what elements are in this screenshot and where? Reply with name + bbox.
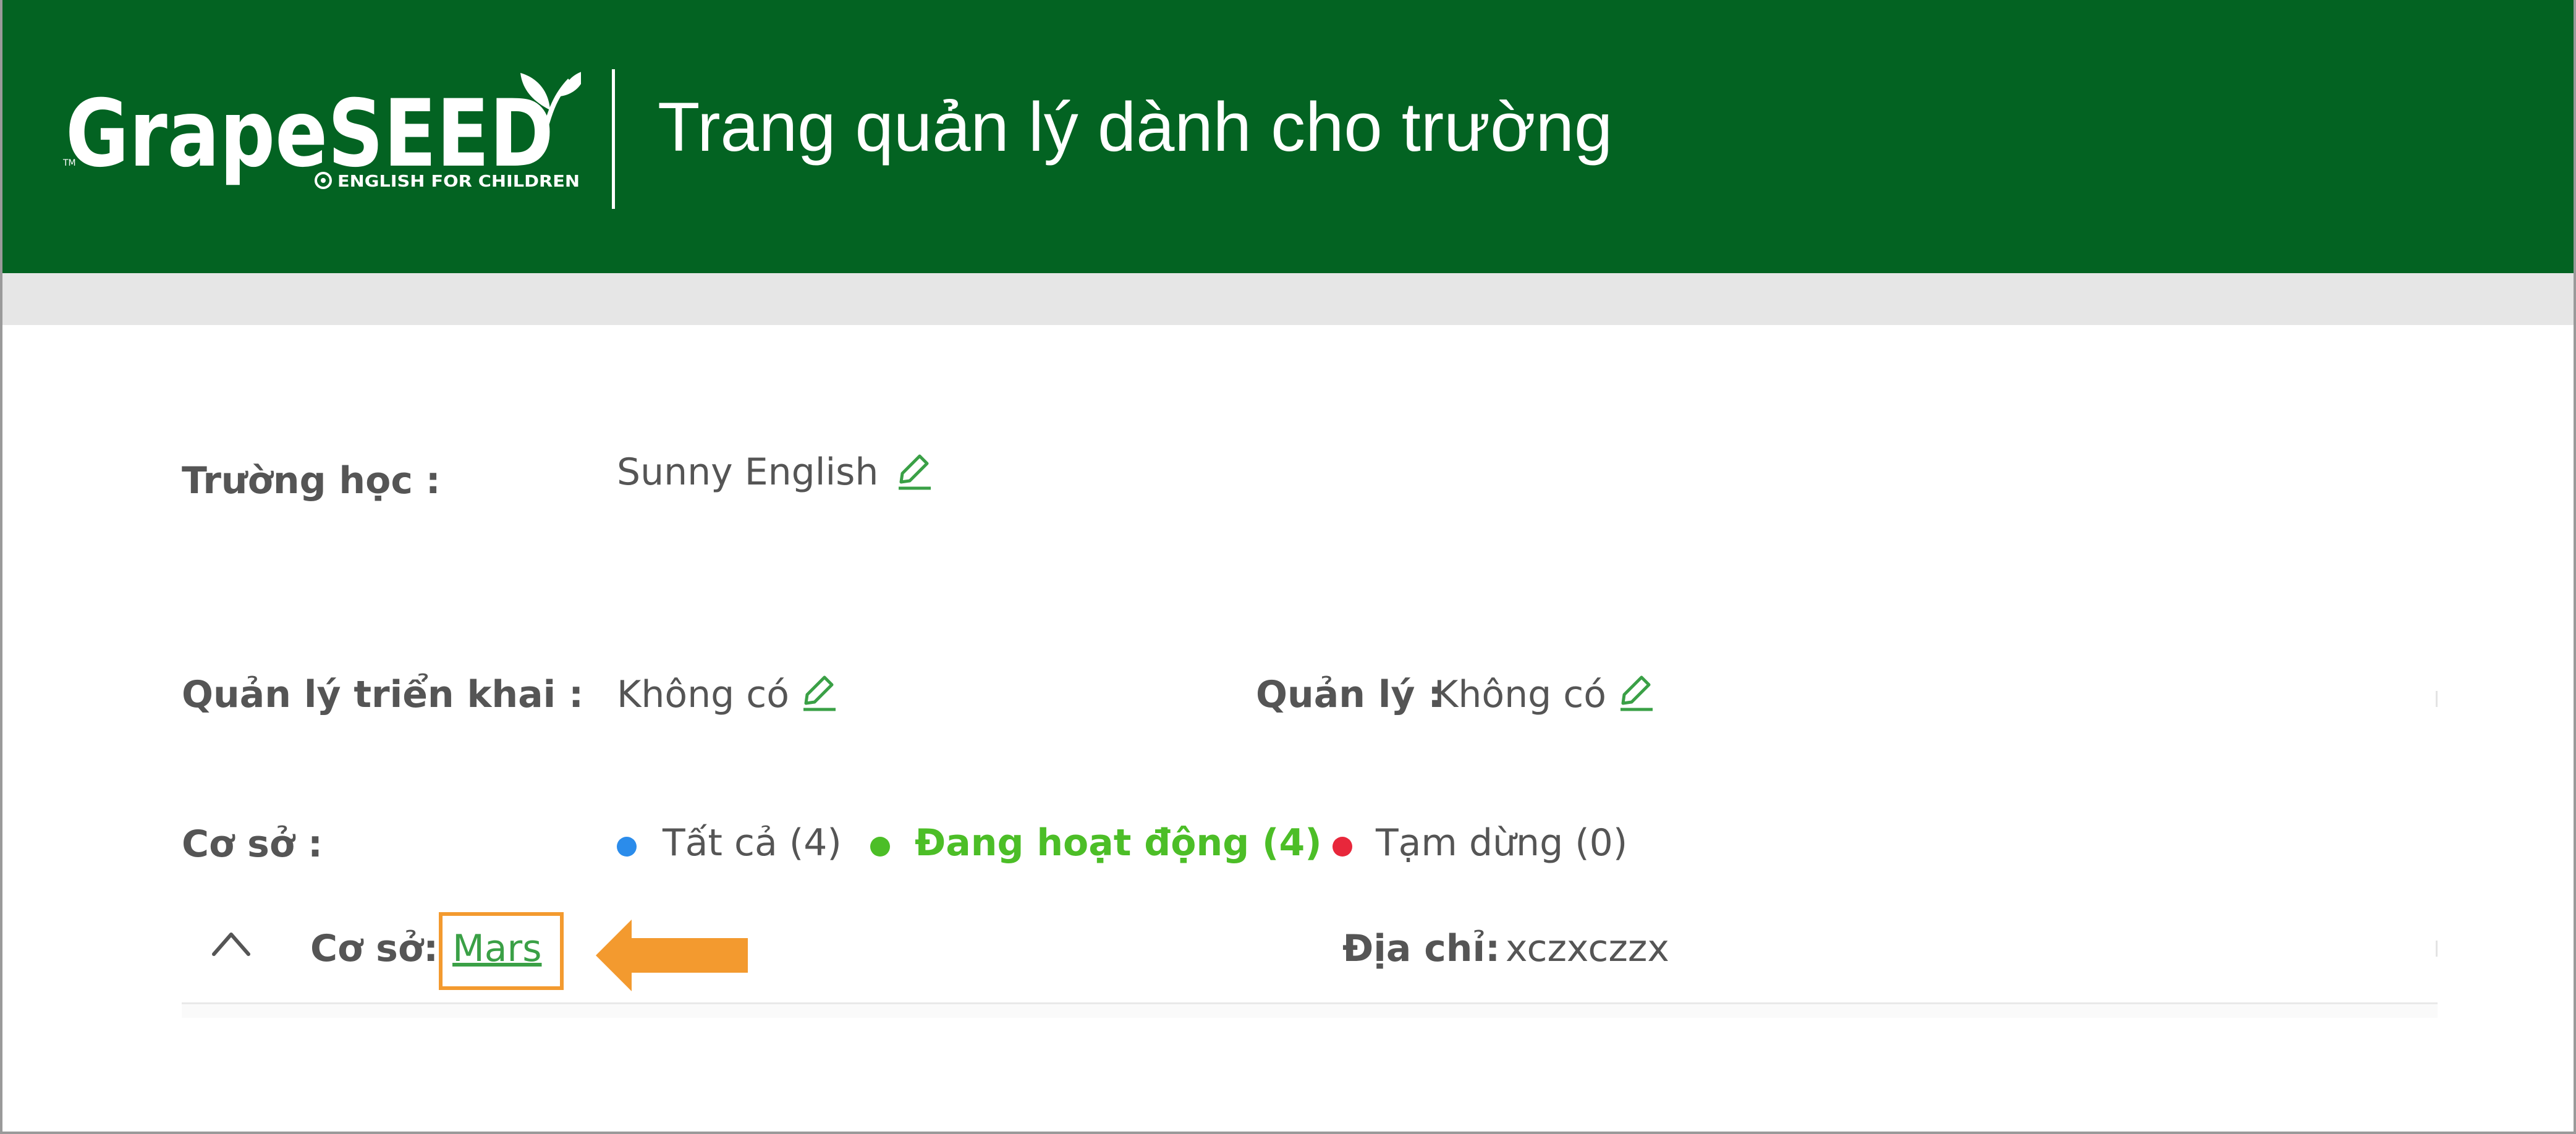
campus-name-link[interactable]: Mars [452, 930, 541, 967]
grapeseed-logo[interactable]: GrapeSEED TM ENGLISH FOR CHILDREN [62, 67, 581, 197]
header-divider [612, 69, 615, 209]
page-title: Trang quản lý dành cho trường [658, 88, 1613, 166]
logo-wordmark: GrapeSEED [66, 80, 554, 188]
address-label: Địa chỉ: [1342, 927, 1501, 970]
logo-tagline: ENGLISH FOR CHILDREN [337, 172, 580, 191]
filter-paused-dot [1332, 837, 1352, 857]
toolbar-strip [2, 273, 2574, 325]
manager-label: Quản lý : [1256, 673, 1443, 716]
row-shadow [182, 1004, 2438, 1018]
implementation-manager-value: Không có [617, 673, 789, 716]
campus-label: Cơ sở: [310, 927, 439, 970]
filter-active[interactable]: Đang hoạt động (4) [915, 824, 1322, 861]
filter-active-dot [870, 837, 890, 857]
school-name: Sunny English [617, 451, 879, 494]
filter-all-dot [617, 837, 637, 857]
row-edge-tick-2 [2436, 941, 2438, 957]
chevron-up-icon[interactable] [210, 928, 252, 958]
arrow-left-icon [596, 920, 748, 991]
filter-all[interactable]: Tất cả (4) [663, 824, 842, 861]
app-header: GrapeSEED TM ENGLISH FOR CHILDREN Trang … [2, 0, 2574, 273]
school-label: Trường học : [182, 459, 441, 502]
logo-trademark: TM [62, 158, 76, 168]
edit-implementation-manager-icon[interactable] [800, 672, 838, 713]
filter-paused[interactable]: Tạm dừng (0) [1376, 824, 1627, 861]
address-value: xczxczzx [1506, 927, 1669, 970]
edit-school-icon[interactable] [895, 451, 933, 492]
implementation-manager-label: Quản lý triển khai : [182, 673, 584, 716]
manager-value: Không có [1434, 673, 1606, 716]
edit-manager-icon[interactable] [1617, 672, 1655, 713]
campus-filter-label: Cơ sở : [182, 823, 323, 866]
row-edge-tick [2436, 691, 2438, 707]
page: GrapeSEED TM ENGLISH FOR CHILDREN Trang … [0, 0, 2576, 1134]
